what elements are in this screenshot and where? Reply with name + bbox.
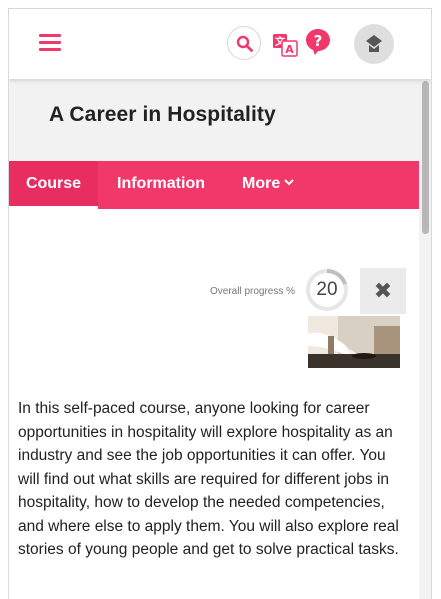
search-button[interactable] bbox=[227, 26, 261, 60]
scrollbar-thumb[interactable] bbox=[422, 81, 429, 234]
course-nav: Course Information More bbox=[9, 161, 419, 209]
course-thumbnail bbox=[308, 316, 400, 368]
progress-label: Overall progress % bbox=[210, 286, 296, 297]
user-avatar-icon bbox=[366, 35, 382, 52]
hamburger-menu-icon[interactable] bbox=[39, 33, 61, 51]
close-icon: ✖ bbox=[373, 278, 393, 303]
translate-icon[interactable]: 文 A bbox=[272, 33, 298, 57]
search-icon bbox=[236, 35, 253, 52]
page-title: A Career in Hospitality bbox=[49, 103, 276, 126]
tab-more[interactable]: More bbox=[242, 161, 294, 209]
chevron-down-icon bbox=[284, 179, 294, 186]
app-frame: 文 A ? A Career in Hospitality Course Inf… bbox=[8, 8, 432, 599]
tab-information[interactable]: Information bbox=[117, 161, 205, 209]
svg-text:A: A bbox=[285, 43, 294, 56]
top-bar: 文 A ? bbox=[9, 9, 431, 79]
course-image bbox=[308, 316, 400, 368]
progress-value: 20 bbox=[316, 279, 338, 300]
tab-course[interactable]: Course bbox=[9, 161, 98, 209]
help-icon[interactable]: ? bbox=[305, 28, 331, 56]
tab-more-label: More bbox=[242, 175, 281, 192]
course-description: In this self-paced course, anyone lookin… bbox=[18, 400, 399, 558]
avatar[interactable] bbox=[354, 24, 394, 64]
svg-text:?: ? bbox=[314, 32, 323, 50]
close-button[interactable]: ✖ bbox=[360, 268, 406, 314]
